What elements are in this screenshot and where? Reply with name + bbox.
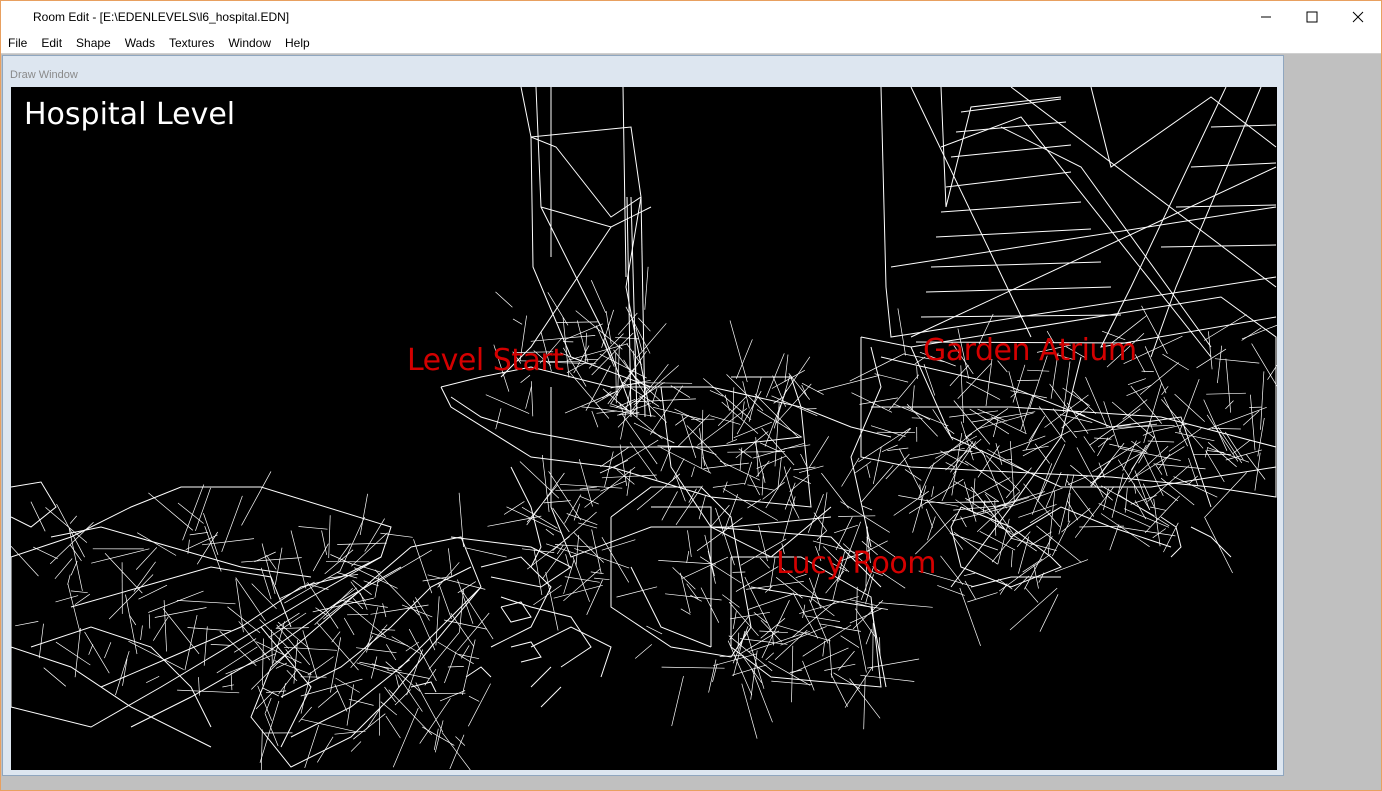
app-window: Room Edit - [E:\EDENLEVELS\l6_hospital.E… <box>0 0 1382 791</box>
level-title: Hospital Level <box>24 97 236 132</box>
menu-help[interactable]: Help <box>278 33 317 53</box>
draw-window-caption[interactable]: Draw Window <box>3 56 1283 84</box>
minimize-button[interactable] <box>1243 1 1289 33</box>
label-level-start: Level Start <box>407 343 564 378</box>
maximize-icon <box>1306 11 1318 23</box>
menu-wads[interactable]: Wads <box>118 33 162 53</box>
close-button[interactable] <box>1335 1 1381 33</box>
wireframe-geometry <box>11 87 1277 770</box>
wireframe-viewport[interactable]: Hospital Level Level Start Garden Atrium… <box>11 87 1277 770</box>
draw-window[interactable]: Draw Window Hospital Level Level Start G… <box>2 55 1284 776</box>
window-title: Room Edit - [E:\EDENLEVELS\l6_hospital.E… <box>33 10 290 24</box>
app-icon <box>9 9 25 25</box>
minimize-icon <box>1261 16 1271 18</box>
title-bar[interactable]: Room Edit - [E:\EDENLEVELS\l6_hospital.E… <box>1 1 1381 33</box>
window-controls <box>1243 1 1381 33</box>
maximize-button[interactable] <box>1289 1 1335 33</box>
menu-edit[interactable]: Edit <box>34 33 69 53</box>
label-garden-atrium: Garden Atrium <box>923 333 1137 368</box>
menu-bar: File Edit Shape Wads Textures Window Hel… <box>1 33 1381 54</box>
menu-file[interactable]: File <box>1 33 34 53</box>
close-icon <box>1352 11 1364 23</box>
menu-textures[interactable]: Textures <box>162 33 221 53</box>
label-lucy-room: Lucy Room <box>776 546 936 581</box>
menu-window[interactable]: Window <box>221 33 278 53</box>
menu-shape[interactable]: Shape <box>69 33 118 53</box>
mdi-client-area: Draw Window Hospital Level Level Start G… <box>1 54 1381 790</box>
